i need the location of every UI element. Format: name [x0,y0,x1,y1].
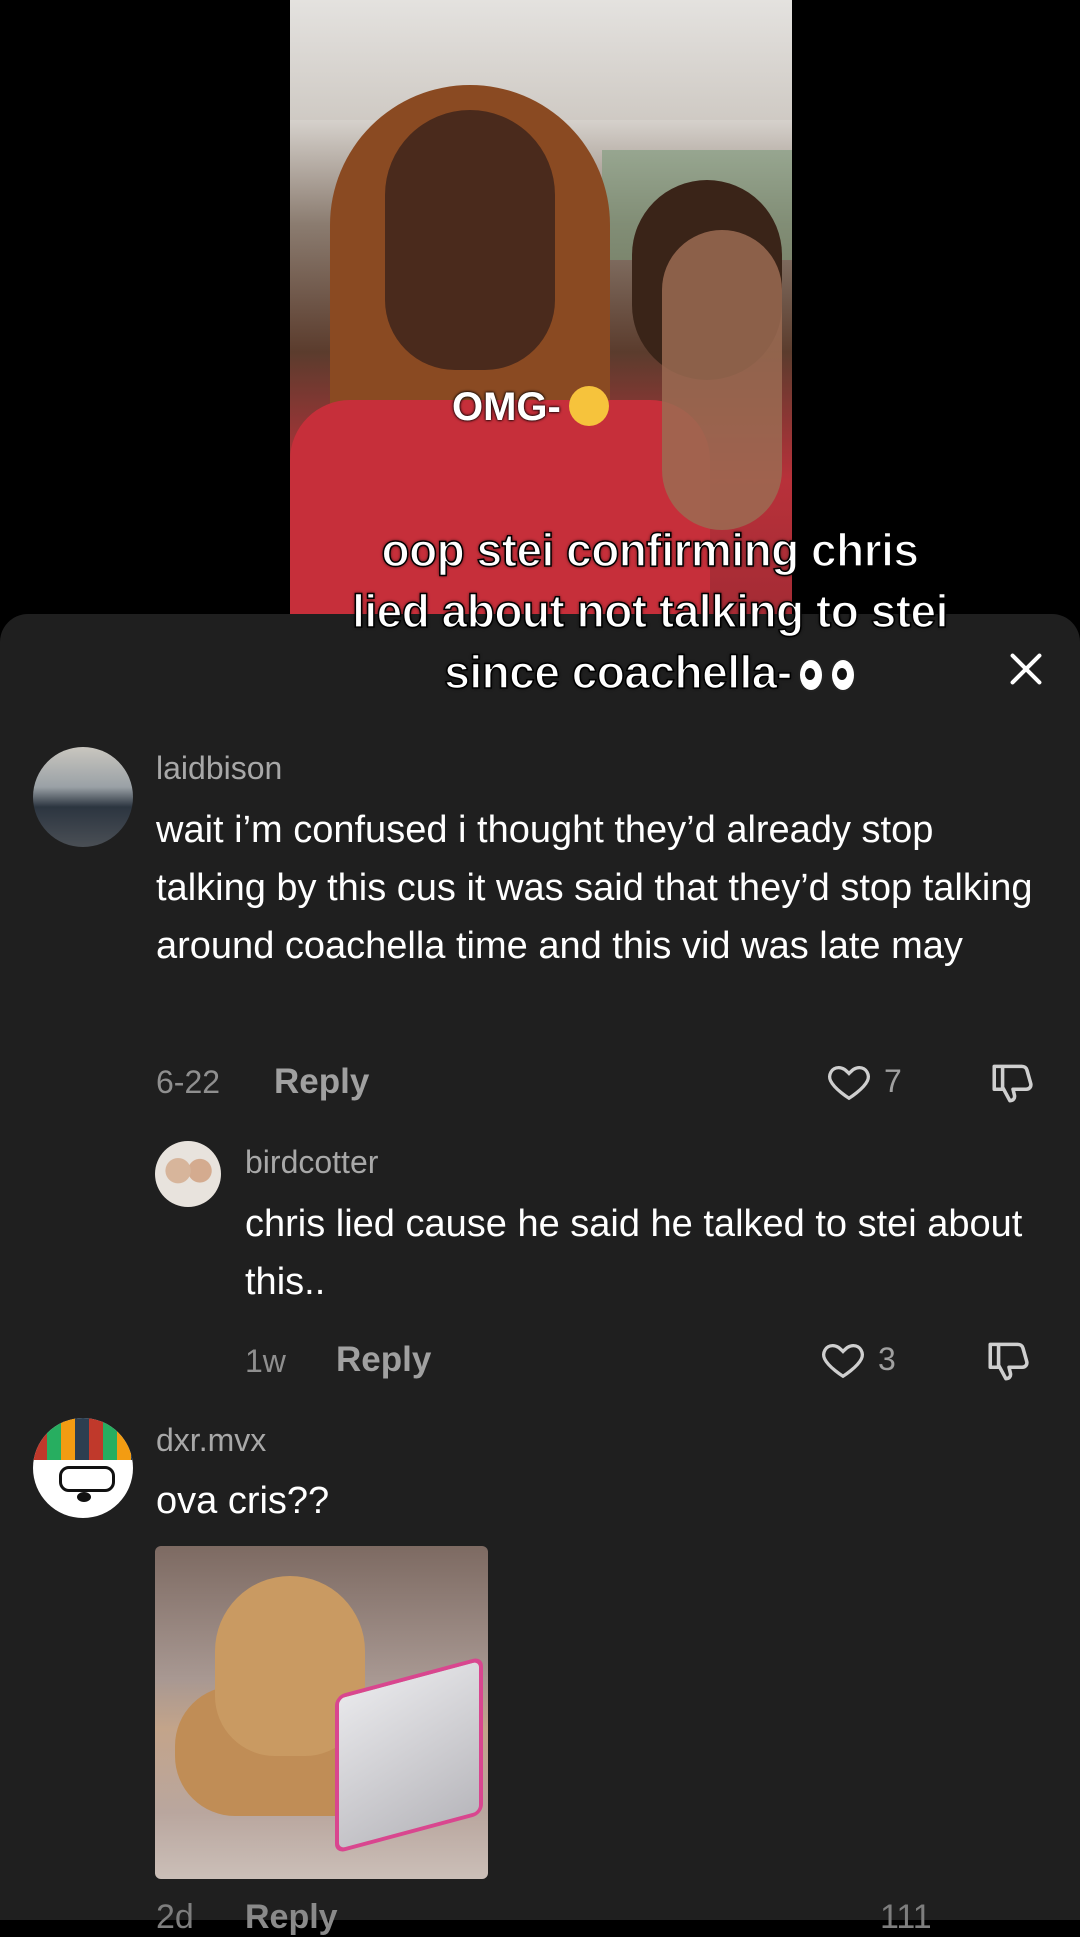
dislike-icon[interactable] [988,1058,1038,1113]
comment-text: wait i’m confused i thought they’d alrea… [156,809,1033,967]
avatar[interactable] [33,1418,133,1518]
eyes-emoji-icon [829,658,856,692]
comment-username[interactable]: dxr.mvx [156,1422,266,1459]
avatar[interactable] [33,747,133,847]
crying-emoji-icon [568,386,609,426]
car-roof [290,0,792,120]
eyes-emoji-icon [797,658,824,692]
comment-username[interactable]: laidbison [156,750,282,787]
comment-date: 1w [245,1343,286,1379]
avatar-glasses [59,1466,115,1492]
like-button[interactable]: 3 [820,1336,896,1382]
like-button[interactable]: 7 [826,1058,902,1104]
like-count: 7 [884,1062,902,1099]
heart-icon [828,1065,870,1101]
close-icon[interactable] [1000,644,1050,694]
avatar[interactable] [155,1141,221,1207]
avatar-hat [33,1418,133,1460]
avatar-nose [77,1492,91,1502]
like-count: 3 [878,1340,896,1377]
comment-text: chris lied cause he said he talked to st… [245,1203,1023,1303]
comment-date: 6-22 [156,1064,221,1100]
reply-button[interactable]: Reply [336,1340,431,1380]
video-caption: oop stei confirming chris lied about not… [351,523,949,699]
comment-date: 2d [156,1898,194,1936]
hand [662,230,782,530]
comment-image[interactable] [155,1546,488,1879]
dislike-icon[interactable] [984,1336,1034,1391]
like-count: 111 [880,1898,932,1936]
comment-text: ova cris?? [156,1480,330,1522]
person-face [385,110,555,370]
comment-username[interactable]: birdcotter [245,1144,378,1181]
video-overlay-label: OMG- [452,385,609,430]
reply-button[interactable]: Reply [274,1062,369,1102]
heart-icon [822,1343,864,1379]
reply-button[interactable]: Reply [245,1898,338,1937]
